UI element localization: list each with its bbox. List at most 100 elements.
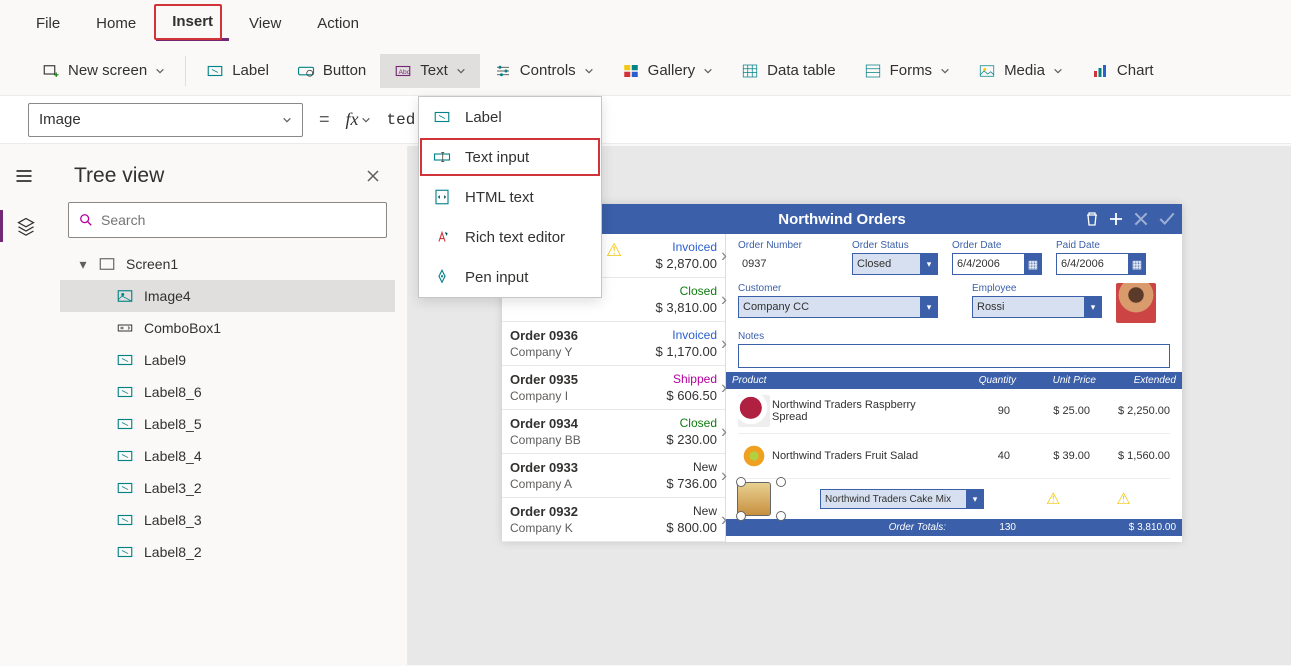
text-icon: Abc [394, 62, 412, 80]
gallery-button[interactable]: Gallery [608, 54, 728, 88]
order-number-value: 0937 [738, 253, 838, 275]
product-row[interactable]: Northwind Traders Fruit Salad40$ 39.00$ … [738, 434, 1170, 479]
menu-home[interactable]: Home [80, 7, 152, 40]
paid-date-field[interactable]: 6/4/2006▦ [1056, 253, 1146, 275]
media-button[interactable]: Media [964, 54, 1077, 88]
button-icon [297, 62, 315, 80]
order-row[interactable]: Order 0934Company BBClosed$ 230.00› [502, 410, 725, 454]
text-button[interactable]: Abc Text [380, 54, 480, 88]
warning-icon: ⚠ [606, 240, 622, 261]
label-icon [206, 62, 224, 80]
controls-icon [494, 62, 512, 80]
chevron-down-icon [456, 66, 466, 76]
order-row[interactable]: Order 0936Company YInvoiced$ 1,170.00› [502, 322, 725, 366]
menu-view[interactable]: View [233, 7, 297, 40]
product-thumb [738, 483, 770, 515]
chevron-down-icon: ▾ [1084, 297, 1102, 317]
tree-item-label8_4[interactable]: Label8_4 [60, 440, 395, 472]
controls-button[interactable]: Controls [480, 54, 608, 88]
tree-item-combobox1[interactable]: ComboBox1 [60, 312, 395, 344]
menu-action[interactable]: Action [301, 7, 375, 40]
control-icon [116, 479, 134, 497]
data-table-button[interactable]: Data table [727, 54, 849, 88]
tree-item-label8_3[interactable]: Label8_3 [60, 504, 395, 536]
tree-item-image4[interactable]: Image4 [60, 280, 395, 312]
tree-item-label9[interactable]: Label9 [60, 344, 395, 376]
product-header: ProductQuantityUnit PriceExtended [726, 372, 1182, 389]
product-thumb [738, 395, 770, 427]
pen-input-icon [433, 268, 451, 286]
control-icon [116, 415, 134, 433]
label-employee: Employee [972, 283, 1102, 294]
plus-icon[interactable] [1108, 211, 1124, 227]
button-button[interactable]: Button [283, 54, 380, 88]
search-field[interactable] [101, 212, 376, 228]
dd-html-text[interactable]: HTML text [419, 177, 601, 217]
new-screen-button[interactable]: New screen [28, 54, 179, 88]
chevron-down-icon [703, 66, 713, 76]
order-row[interactable]: Order 0935Company IShipped$ 606.50› [502, 366, 725, 410]
label-icon [433, 108, 451, 126]
order-row[interactable]: Order 0932Company KNew$ 800.00› [502, 498, 725, 542]
product-row[interactable]: Northwind Traders Raspberry Spread90$ 25… [738, 389, 1170, 434]
close-icon[interactable] [365, 168, 381, 184]
warning-icon: ⚠ [1046, 489, 1060, 509]
hamburger-icon[interactable] [14, 166, 34, 186]
equals-sign: = [313, 109, 336, 130]
text-input-icon [433, 148, 451, 166]
rich-text-icon [433, 228, 451, 246]
customer-dropdown[interactable]: Company CC▾ [738, 296, 938, 318]
dd-rich-text[interactable]: Rich text editor [419, 217, 601, 257]
selected-row[interactable]: Northwind Traders Cake Mix▾ ⚠ ⚠ [738, 479, 1170, 519]
data-table-icon [741, 62, 759, 80]
tree-view-tab[interactable] [0, 210, 48, 242]
employee-avatar [1116, 283, 1156, 323]
notes-field[interactable] [738, 344, 1170, 368]
chevron-right-icon: › [721, 465, 727, 486]
fx-label: fx [346, 109, 371, 130]
collapse-icon[interactable]: ▾ [78, 256, 88, 273]
chart-button[interactable]: Chart [1077, 54, 1168, 88]
check-icon[interactable] [1158, 210, 1176, 228]
warning-icon: ⚠ [1116, 489, 1130, 509]
search-input[interactable] [68, 202, 387, 238]
order-row[interactable]: Order 0933Company ANew$ 736.00› [502, 454, 725, 498]
tree-item-label3_2[interactable]: Label3_2 [60, 472, 395, 504]
control-icon [116, 511, 134, 529]
chevron-down-icon [584, 66, 594, 76]
product-thumb [738, 440, 770, 472]
label-order-date: Order Date [952, 240, 1042, 251]
property-dropdown[interactable]: Image [28, 103, 303, 137]
chevron-down-icon: ▾ [920, 254, 938, 274]
svg-text:Abc: Abc [399, 69, 411, 76]
dd-pen-input[interactable]: Pen input [419, 257, 601, 297]
layers-icon [16, 216, 36, 236]
product-combobox[interactable]: Northwind Traders Cake Mix▾ [820, 489, 980, 509]
label-notes: Notes [738, 331, 1170, 342]
chevron-right-icon: › [721, 421, 727, 442]
dd-text-input[interactable]: Text input [419, 137, 601, 177]
tree-root[interactable]: ▾ Screen1 [60, 248, 395, 280]
label-order-status: Order Status [852, 240, 938, 251]
cancel-icon[interactable] [1132, 210, 1150, 228]
text-dropdown-menu: Label Text input HTML text Rich text edi… [418, 96, 602, 298]
order-date-field[interactable]: 6/4/2006▦ [952, 253, 1042, 275]
employee-dropdown[interactable]: Rossi▾ [972, 296, 1102, 318]
calendar-icon: ▦ [1024, 254, 1042, 274]
menu-insert[interactable]: Insert [156, 5, 229, 41]
app-header: Northwind Orders [502, 204, 1182, 234]
tree-item-label8_5[interactable]: Label8_5 [60, 408, 395, 440]
label-button[interactable]: Label [192, 54, 283, 88]
formula-bar: Image = fx ted.Picture [0, 96, 1291, 144]
chevron-down-icon: ▾ [966, 489, 984, 509]
tree-item-label8_2[interactable]: Label8_2 [60, 536, 395, 568]
forms-icon [864, 62, 882, 80]
menu-file[interactable]: File [20, 7, 76, 40]
chevron-down-icon [282, 115, 292, 125]
forms-button[interactable]: Forms [850, 54, 965, 88]
tree-item-label8_6[interactable]: Label8_6 [60, 376, 395, 408]
tree-view-title: Tree view [74, 164, 164, 188]
trash-icon[interactable] [1084, 211, 1100, 227]
order-status-dropdown[interactable]: Closed▾ [852, 253, 938, 275]
dd-label[interactable]: Label [419, 97, 601, 137]
